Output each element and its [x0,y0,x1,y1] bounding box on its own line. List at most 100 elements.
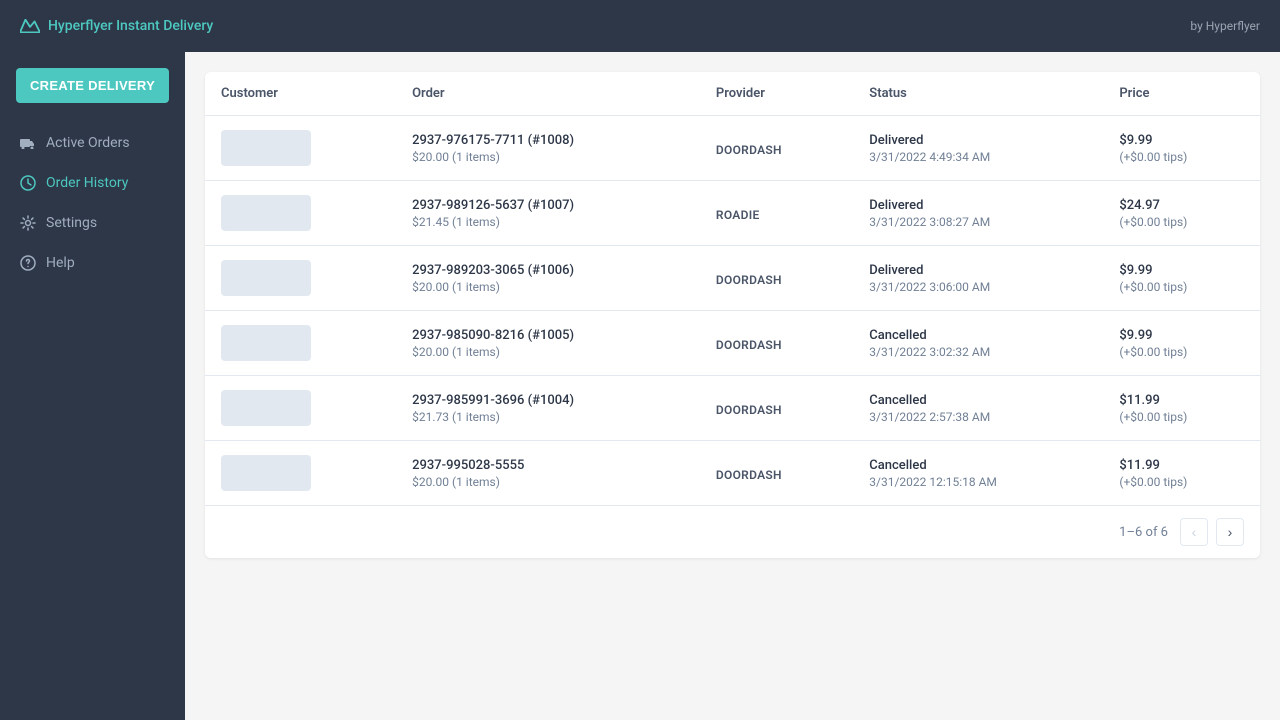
brand-icon [20,19,40,33]
price-cell: $9.99 (+$0.00 tips) [1103,116,1260,181]
table-row[interactable]: 2937-985991-3696 (#1004) $21.73 (1 items… [205,376,1260,441]
order-id: 2937-989126-5637 (#1007) [412,198,684,213]
provider-cell: DOORDASH [700,441,853,506]
sidebar-label-settings: Settings [46,215,97,231]
orders-table: Customer Order Provider Status Price 293… [205,72,1260,505]
orders-table-card: Customer Order Provider Status Price 293… [205,72,1260,558]
order-amount: $21.73 (1 items) [412,410,684,424]
sidebar-label-help: Help [46,255,75,271]
col-order: Order [396,72,700,116]
status-cell: Cancelled 3/31/2022 2:57:38 AM [853,376,1103,441]
table-row[interactable]: 2937-985090-8216 (#1005) $20.00 (1 items… [205,311,1260,376]
provider-name: DOORDASH [716,143,782,157]
order-amount: $20.00 (1 items) [412,345,684,359]
status-label: Cancelled [869,328,1087,343]
price-tips: (+$0.00 tips) [1119,215,1244,229]
order-amount: $20.00 (1 items) [412,150,684,164]
price-main: $9.99 [1119,328,1244,343]
provider-name: DOORDASH [716,338,782,352]
order-cell: 2937-985090-8216 (#1005) $20.00 (1 items… [396,311,700,376]
table-row[interactable]: 2937-976175-7711 (#1008) $20.00 (1 items… [205,116,1260,181]
customer-cell [205,441,396,506]
price-cell: $11.99 (+$0.00 tips) [1103,441,1260,506]
order-id: 2937-985090-8216 (#1005) [412,328,684,343]
main-content: Customer Order Provider Status Price 293… [185,52,1280,720]
truck-icon [20,135,36,151]
order-id: 2937-976175-7711 (#1008) [412,133,684,148]
customer-cell [205,311,396,376]
customer-avatar [221,130,311,166]
col-customer: Customer [205,72,396,116]
order-id: 2937-995028-5555 [412,458,684,473]
sidebar-label-order-history: Order History [46,175,128,191]
price-tips: (+$0.00 tips) [1119,345,1244,359]
price-tips: (+$0.00 tips) [1119,410,1244,424]
price-main: $9.99 [1119,133,1244,148]
status-date: 3/31/2022 3:06:00 AM [869,280,1087,294]
status-label: Delivered [869,133,1087,148]
order-id: 2937-989203-3065 (#1006) [412,263,684,278]
sidebar-label-active-orders: Active Orders [46,135,130,151]
table-row[interactable]: 2937-989203-3065 (#1006) $20.00 (1 items… [205,246,1260,311]
status-cell: Delivered 3/31/2022 3:08:27 AM [853,181,1103,246]
status-label: Delivered [869,198,1087,213]
order-cell: 2937-995028-5555 $20.00 (1 items) [396,441,700,506]
col-price: Price [1103,72,1260,116]
sidebar-item-order-history[interactable]: Order History [0,163,185,203]
status-cell: Cancelled 3/31/2022 12:15:18 AM [853,441,1103,506]
pagination-next-button[interactable]: › [1216,518,1244,546]
order-amount: $20.00 (1 items) [412,280,684,294]
app-header: Hyperflyer Instant Delivery by Hyperflye… [0,0,1280,52]
price-cell: $24.97 (+$0.00 tips) [1103,181,1260,246]
status-date: 3/31/2022 2:57:38 AM [869,410,1087,424]
order-cell: 2937-989126-5637 (#1007) $21.45 (1 items… [396,181,700,246]
provider-name: ROADIE [716,208,760,222]
customer-avatar [221,195,311,231]
pagination-info: 1–6 of 6 [1119,525,1168,540]
price-cell: $9.99 (+$0.00 tips) [1103,246,1260,311]
create-delivery-button[interactable]: CREATE DELIVERY [16,68,169,103]
customer-cell [205,376,396,441]
customer-cell [205,181,396,246]
status-label: Cancelled [869,393,1087,408]
gear-icon [20,215,36,231]
price-main: $11.99 [1119,393,1244,408]
status-cell: Delivered 3/31/2022 3:06:00 AM [853,246,1103,311]
order-cell: 2937-976175-7711 (#1008) $20.00 (1 items… [396,116,700,181]
status-date: 3/31/2022 12:15:18 AM [869,475,1087,489]
price-cell: $11.99 (+$0.00 tips) [1103,376,1260,441]
price-main: $24.97 [1119,198,1244,213]
price-tips: (+$0.00 tips) [1119,150,1244,164]
price-main: $11.99 [1119,458,1244,473]
price-main: $9.99 [1119,263,1244,278]
provider-name: DOORDASH [716,273,782,287]
price-tips: (+$0.00 tips) [1119,475,1244,489]
order-cell: 2937-985991-3696 (#1004) $21.73 (1 items… [396,376,700,441]
customer-cell [205,246,396,311]
sidebar-item-settings[interactable]: Settings [0,203,185,243]
pagination: 1–6 of 6 ‹ › [205,505,1260,558]
status-cell: Cancelled 3/31/2022 3:02:32 AM [853,311,1103,376]
table-row[interactable]: 2937-995028-5555 $20.00 (1 items) DOORDA… [205,441,1260,506]
table-row[interactable]: 2937-989126-5637 (#1007) $21.45 (1 items… [205,181,1260,246]
status-date: 3/31/2022 3:08:27 AM [869,215,1087,229]
provider-cell: DOORDASH [700,376,853,441]
customer-avatar [221,325,311,361]
pagination-prev-button[interactable]: ‹ [1180,518,1208,546]
order-amount: $20.00 (1 items) [412,475,684,489]
order-id: 2937-985991-3696 (#1004) [412,393,684,408]
brand-name: Hyperflyer Instant Delivery [48,18,213,34]
customer-avatar [221,455,311,491]
status-date: 3/31/2022 4:49:34 AM [869,150,1087,164]
main-layout: CREATE DELIVERY Active Orders O [0,52,1280,720]
provider-name: DOORDASH [716,403,782,417]
sidebar-item-active-orders[interactable]: Active Orders [0,123,185,163]
provider-cell: DOORDASH [700,116,853,181]
col-provider: Provider [700,72,853,116]
customer-avatar [221,390,311,426]
customer-cell [205,116,396,181]
sidebar: CREATE DELIVERY Active Orders O [0,52,185,720]
sidebar-item-help[interactable]: Help [0,243,185,283]
price-tips: (+$0.00 tips) [1119,280,1244,294]
status-date: 3/31/2022 3:02:32 AM [869,345,1087,359]
